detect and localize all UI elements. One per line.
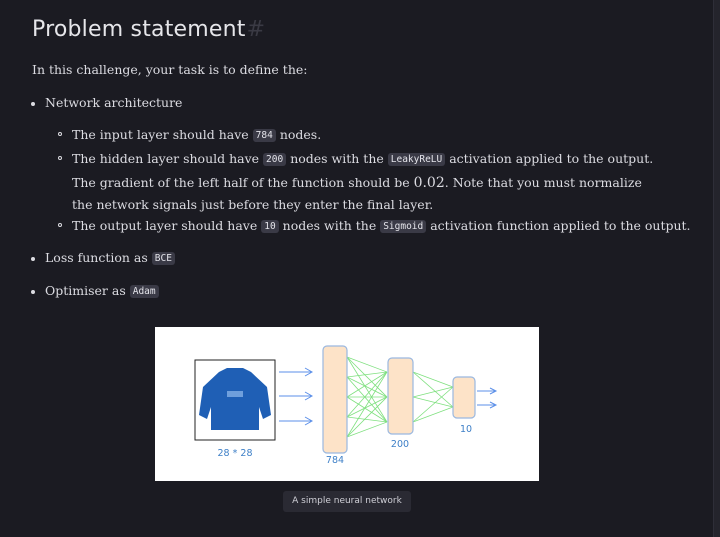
code-adam: Adam — [129, 285, 159, 298]
slope-value: 0.02 — [413, 174, 445, 191]
connections-2-3 — [412, 371, 454, 423]
list-item-input-layer: The input layer should have 784 nodes. — [58, 124, 652, 148]
layer-784 — [322, 345, 348, 454]
figure-caption: A simple neural network — [283, 491, 411, 512]
input-arrows — [279, 367, 314, 426]
layer-784-label: 784 — [326, 455, 344, 466]
output-arrows — [477, 387, 498, 409]
list-item-network: Network architecture — [30, 95, 183, 110]
heading-anchor-link[interactable]: # — [247, 17, 266, 42]
list-item-loss: Loss function as BCE — [31, 250, 175, 265]
list-item-output-layer: The output layer should have 10 nodes wi… — [58, 215, 692, 239]
layer-200-label: 200 — [391, 439, 409, 450]
code-10: 10 — [261, 220, 279, 233]
intro-text: In this challenge, your task is to defin… — [32, 62, 308, 77]
layer-10-label: 10 — [460, 424, 472, 435]
page-title: Problem statement# — [32, 17, 266, 42]
input-size-label: 28 * 28 — [218, 448, 253, 459]
neural-network-figure: 28 * 28 784 200 10 — [155, 327, 539, 481]
code-leakyrelu: LeakyReLU — [387, 153, 446, 166]
connections-1-2 — [346, 356, 388, 438]
list-item-hidden-layer: The hidden layer should have 200 nodes w… — [58, 148, 657, 216]
layer-200 — [387, 357, 414, 435]
list-item-optimiser: Optimiser as Adam — [31, 283, 159, 298]
code-sigmoid: Sigmoid — [380, 220, 427, 233]
code-200: 200 — [263, 153, 287, 166]
code-784: 784 — [252, 129, 276, 142]
network-diagram-svg: 28 * 28 784 200 10 — [194, 345, 498, 466]
scrollbar-track[interactable] — [713, 0, 720, 537]
code-bce: BCE — [151, 252, 175, 265]
layer-10 — [452, 376, 476, 419]
